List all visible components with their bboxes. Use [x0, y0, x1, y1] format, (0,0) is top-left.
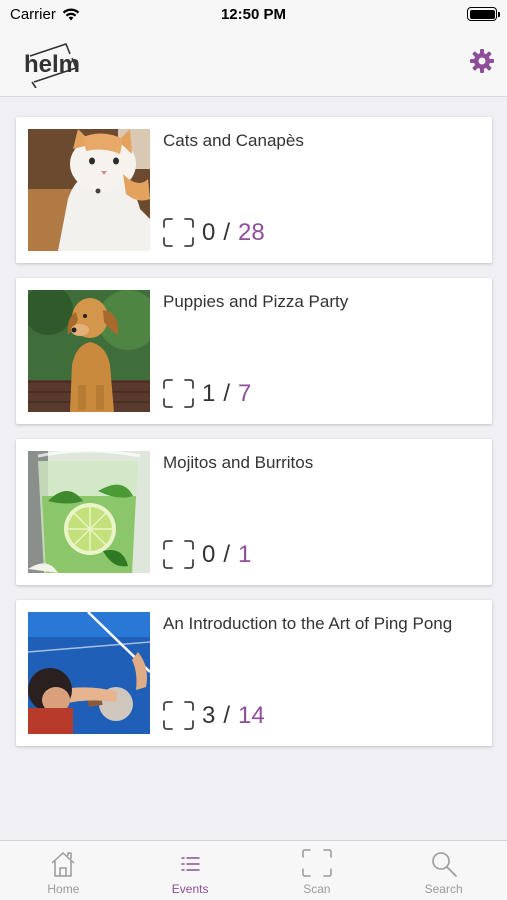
scanned-count: 1 [202, 379, 216, 407]
tab-label: Events [171, 882, 209, 896]
puppy-photo [28, 290, 150, 412]
search-icon [431, 852, 457, 877]
cat-photo [28, 129, 150, 251]
scan-count: 3 / 14 [163, 701, 265, 730]
tab-search[interactable]: Search [380, 841, 507, 900]
tab-scan[interactable]: Scan [254, 841, 381, 900]
settings-button[interactable] [469, 48, 495, 74]
scan-icon [163, 379, 194, 408]
count-separator: / [223, 540, 231, 568]
ping-pong-photo [28, 612, 150, 734]
scanned-count: 3 [202, 701, 216, 729]
event-title: Cats and Canapès [163, 131, 304, 150]
logo-text: helm [24, 51, 80, 78]
event-card[interactable]: Puppies and Pizza Party 1 / 7 [16, 278, 492, 424]
gear-icon [470, 49, 494, 73]
home-icon [51, 852, 75, 877]
scan-icon [302, 849, 332, 877]
tab-bar: Home Events Scan Search [0, 840, 507, 900]
tab-home[interactable]: Home [0, 841, 127, 900]
tab-label: Search [424, 882, 463, 896]
scan-count: 0 / 1 [163, 540, 251, 569]
event-list: Cats and Canapès 0 / 28 Puppies and Pizz… [16, 117, 492, 761]
count-separator: / [223, 379, 231, 407]
list-icon [181, 857, 200, 871]
scan-count: 1 / 7 [163, 379, 251, 408]
tab-label: Scan [303, 882, 331, 896]
event-card[interactable]: Cats and Canapès 0 / 28 [16, 117, 492, 263]
tab-events[interactable]: Events [127, 841, 254, 900]
total-count: 28 [238, 218, 265, 246]
battery-icon [467, 7, 500, 21]
scanned-count: 0 [202, 540, 216, 568]
mojito-photo [28, 451, 150, 573]
helm-logo: helm [22, 38, 88, 89]
total-count: 14 [238, 701, 265, 729]
app-header: helm [0, 28, 507, 97]
scan-icon [163, 218, 194, 247]
scan-icon [163, 540, 194, 569]
total-count: 1 [238, 540, 252, 568]
event-card[interactable]: Mojitos and Burritos 0 / 1 [16, 439, 492, 585]
count-separator: / [223, 218, 231, 246]
status-left: Carrier [10, 6, 80, 23]
wifi-icon [62, 7, 80, 20]
tab-label: Home [47, 882, 80, 896]
event-title: An Introduction to the Art of Ping Pong [163, 614, 453, 633]
total-count: 7 [238, 379, 252, 407]
event-card[interactable]: An Introduction to the Art of Ping Pong … [16, 600, 492, 746]
count-separator: / [223, 701, 231, 729]
scan-icon [163, 701, 194, 730]
carrier-label: Carrier [10, 5, 56, 23]
scan-count: 0 / 28 [163, 218, 265, 247]
scanned-count: 0 [202, 218, 216, 246]
event-title: Mojitos and Burritos [163, 453, 314, 472]
status-bar: Carrier 12:50 PM [0, 0, 507, 28]
event-title: Puppies and Pizza Party [163, 292, 349, 311]
